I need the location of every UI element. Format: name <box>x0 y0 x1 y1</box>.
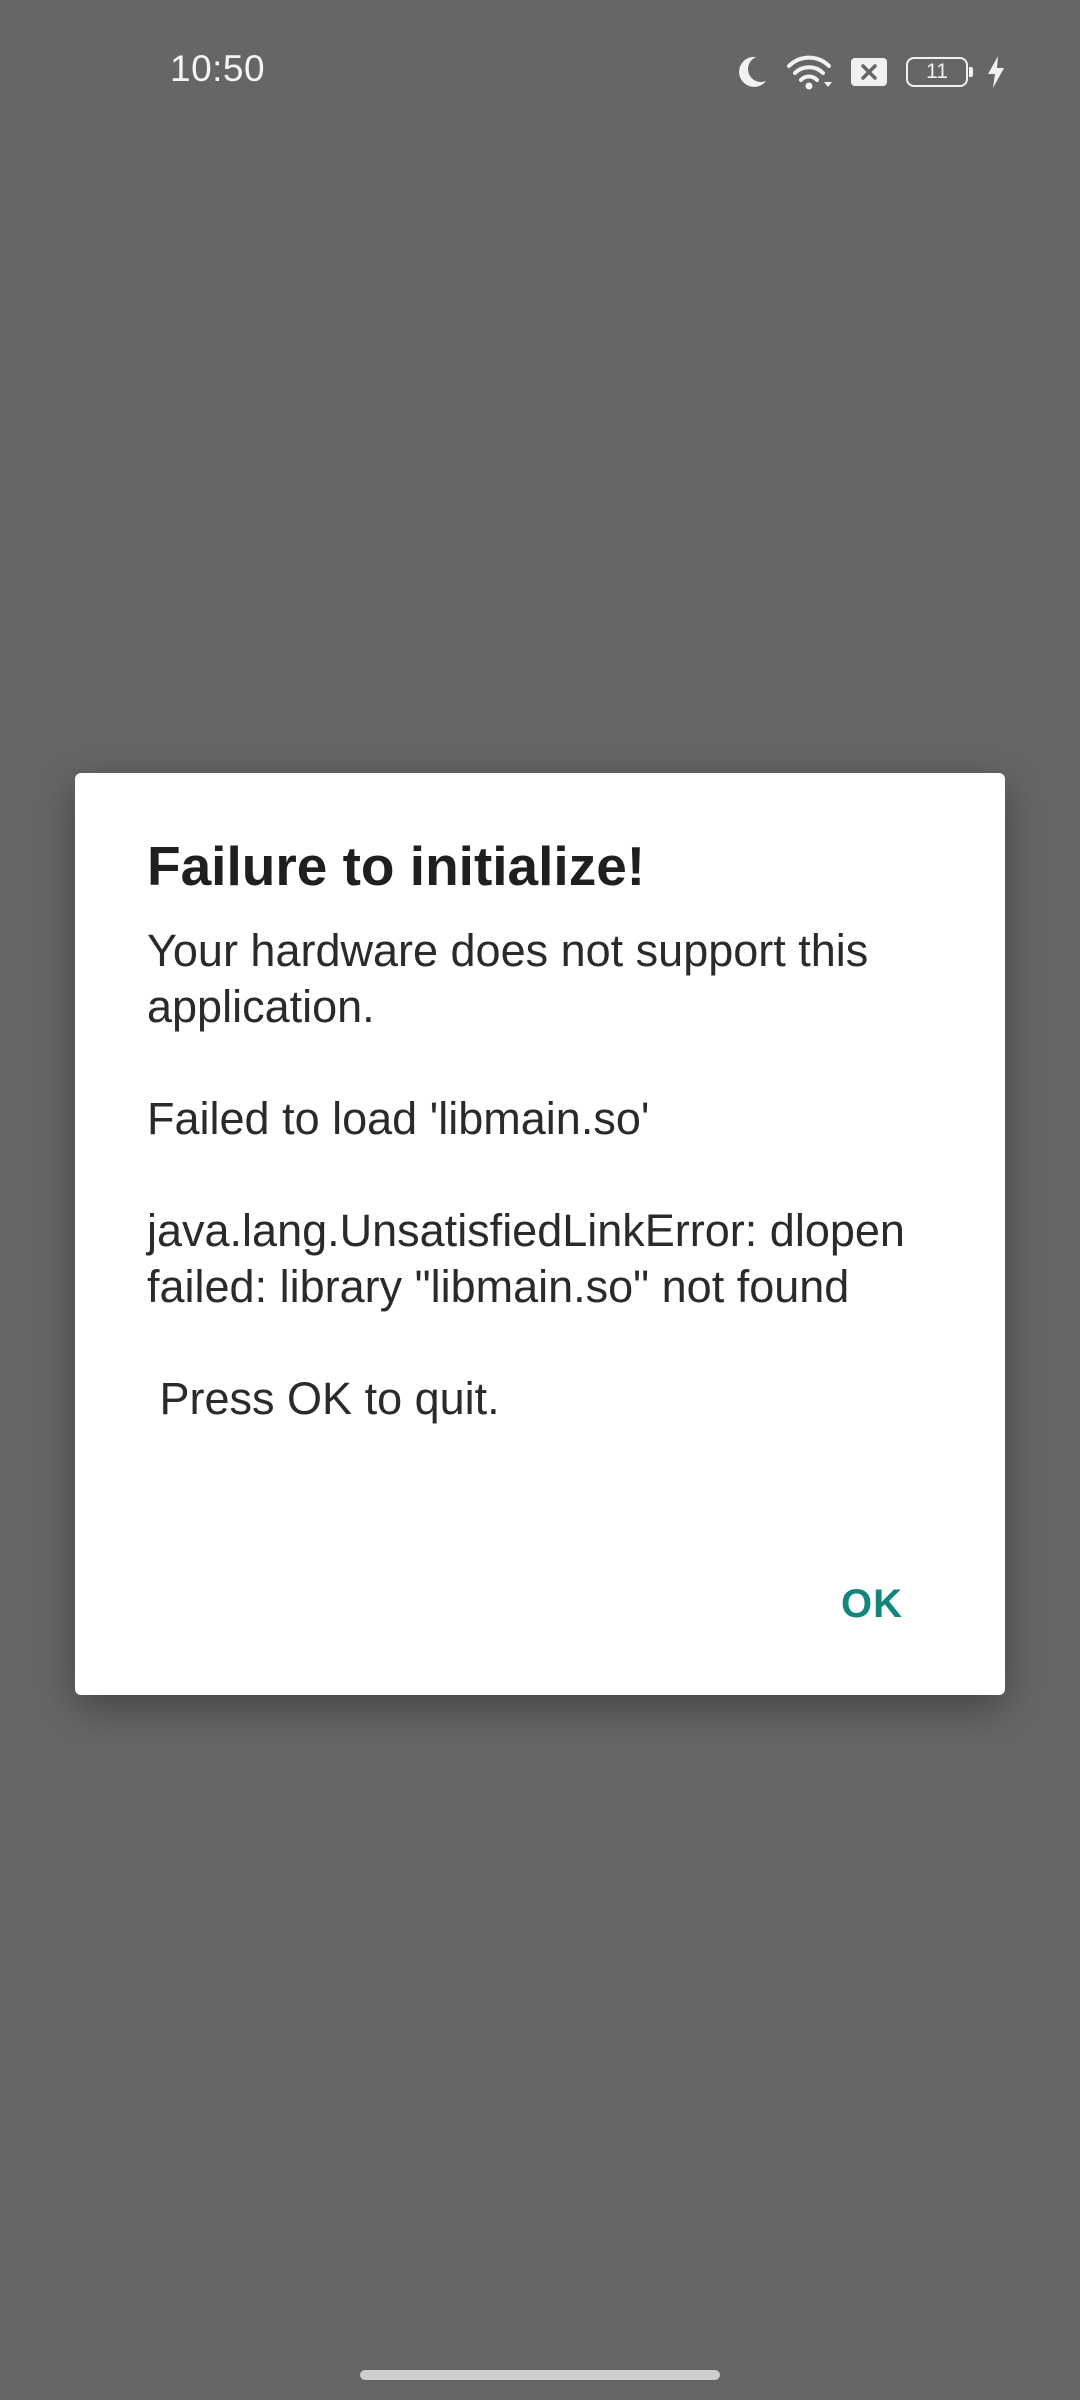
screen: 10:50 11 Failure to initialize! Your har… <box>0 0 1080 2400</box>
status-bar: 10:50 11 <box>0 0 1080 140</box>
home-indicator[interactable] <box>360 2370 720 2380</box>
battery-icon: 11 <box>906 57 973 87</box>
ok-button[interactable]: OK <box>841 1582 903 1627</box>
wifi-icon <box>786 54 832 90</box>
no-sim-icon <box>850 57 888 87</box>
moon-icon <box>736 55 768 89</box>
error-dialog: Failure to initialize! Your hardware doe… <box>75 773 1005 1695</box>
status-icons: 11 <box>736 52 1006 92</box>
status-time: 10:50 <box>170 48 266 89</box>
dialog-message: Your hardware does not support this appl… <box>147 925 905 1424</box>
charging-bolt-icon <box>986 55 1006 89</box>
dialog-title: Failure to initialize! <box>147 835 646 897</box>
dialog-actions: OK <box>841 1582 903 1627</box>
battery-level: 11 <box>926 60 948 83</box>
